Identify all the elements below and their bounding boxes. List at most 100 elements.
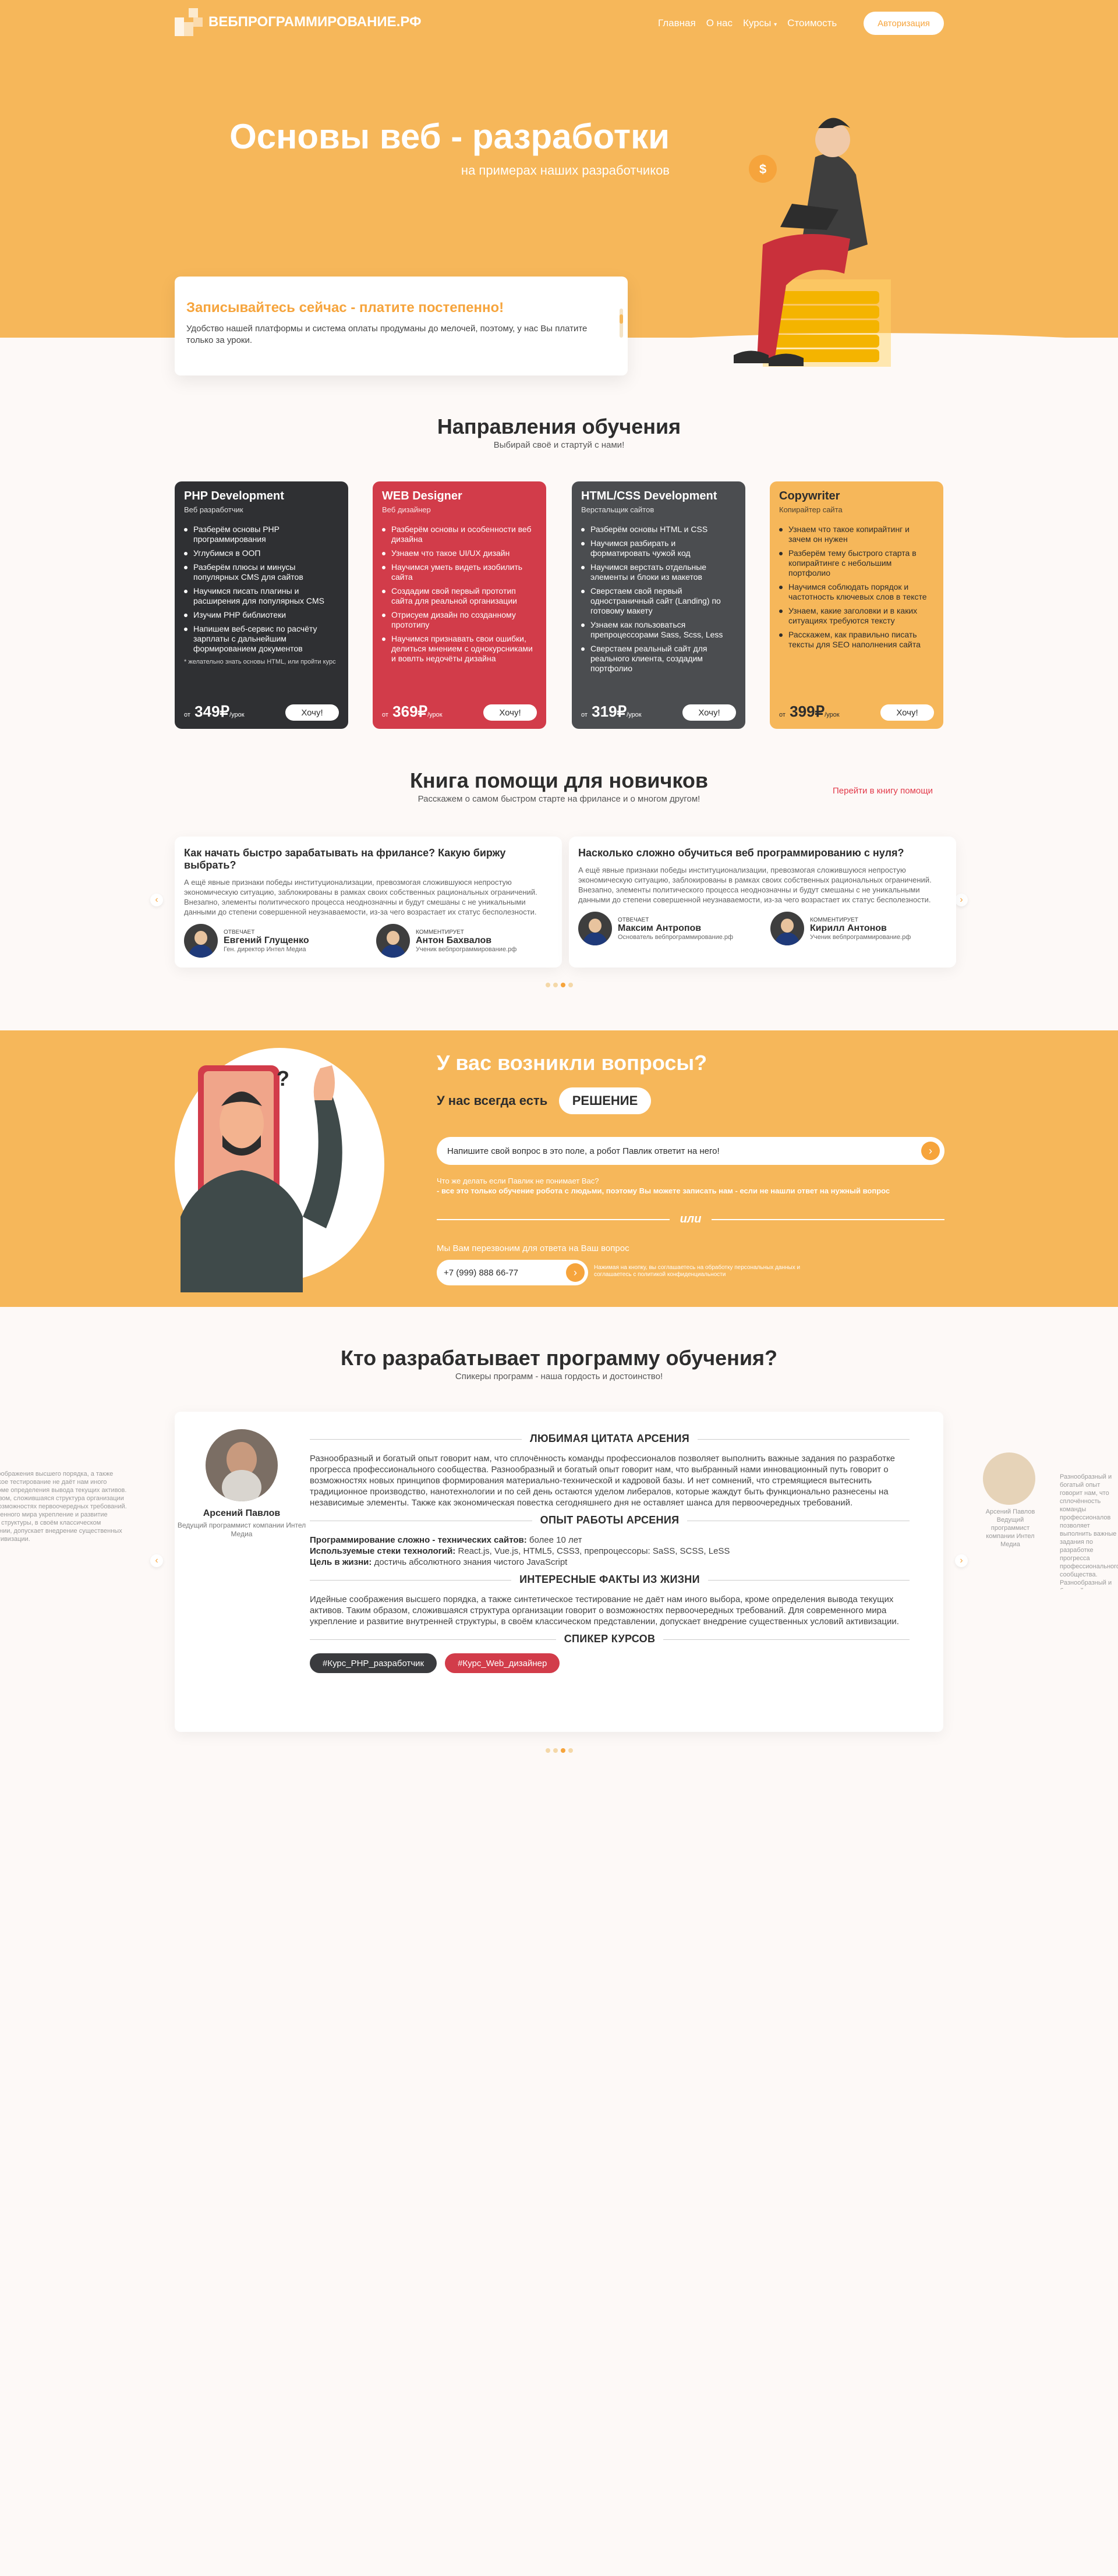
help-article-card[interactable]: Как начать быстро зарабатывать на фрилан…: [175, 837, 562, 968]
mentor-carousel-dots[interactable]: [546, 1748, 573, 1753]
mentor-position: Ведущий программист компании Интел Медиа: [177, 1521, 306, 1538]
hero-illustration: $: [734, 118, 891, 367]
main-nav: Главная О нас Курсы ▾ Стоимость: [658, 17, 837, 29]
logo-mark-icon: [175, 8, 203, 36]
course-card-html-css[interactable]: HTML/CSS Development Верстальщик сайтов …: [572, 481, 745, 729]
course-items: Разберём основы PHP программирования Углу…: [184, 525, 339, 654]
quote-heading: ЛЮБИМАЯ ЦИТАТА АРСЕНИЯ: [310, 1433, 910, 1445]
mentor-quote: Разнообразный и богатый опыт говорит нам…: [310, 1454, 896, 1508]
article-answerer: Отвечает Евгений Глущенко Ген. директор Ин…: [184, 924, 353, 958]
help-subtitle: Расскажем о самом быстром старте на фрил…: [418, 794, 700, 804]
course-card-copywriter[interactable]: Copywriter Копирайтер сайта Узнаем что т…: [770, 481, 943, 729]
questions-always: У нас всегда есть: [437, 1093, 548, 1108]
course-item: Научимся верстать отдельные элементы и б…: [581, 562, 736, 582]
course-card-web-designer[interactable]: WEB Designer Веб дизайнер Разберём основ…: [373, 481, 546, 729]
course-items: Разберём основы и особенности веб дизайн…: [382, 525, 537, 664]
send-arrow-icon[interactable]: ›: [566, 1263, 585, 1282]
course-price: от 369₽/урок: [382, 703, 443, 720]
questions-title: У вас возникли вопросы?: [437, 1051, 707, 1075]
chevron-down-icon: ▾: [774, 22, 777, 28]
want-button[interactable]: Хочу!: [483, 704, 537, 721]
course-items: Разберём основы HTML и CSS Научимся разби…: [581, 525, 736, 674]
avatar: [184, 924, 218, 958]
course-title: PHP Development: [184, 490, 284, 502]
course-item: Научимся писать плагины и расширения для…: [184, 586, 339, 606]
course-item: Отрисуем дизайн по созданному прототипу: [382, 610, 537, 630]
article-commenter: Комментирует Антон Бахвалов Ученик вебпрог…: [376, 924, 545, 958]
prev-mentor-card: Идейные соображения высшего порядка, а т…: [0, 1471, 127, 1543]
help-article-card[interactable]: Насколько сложно обучиться веб программи…: [569, 837, 956, 968]
logo-text: ВЕБПРОГРАММИРОВАНИЕ.РФ: [208, 14, 422, 30]
svg-text:$: $: [759, 162, 766, 176]
questions-hint: Что же делать если Павлик не понимает Ва…: [437, 1177, 890, 1195]
course-item: Разберём основы HTML и CSS: [581, 525, 736, 534]
course-item: Изучим PHP библиотеки: [184, 610, 339, 620]
course-role: Копирайтер сайта: [779, 505, 843, 514]
course-item: Научимся разбирать и форматировать чужой…: [581, 538, 736, 558]
tag-php-course[interactable]: #Курс_PHP_разработчик: [310, 1653, 437, 1673]
callback-label: Мы Вам перезвоним для ответа на Ваш вопр…: [437, 1243, 629, 1253]
next-mentor-card: Разнообразный и богатый опыт говорит нам…: [1060, 1473, 1118, 1589]
article-text: А ещё явные признаки победы институциона…: [578, 866, 932, 904]
tag-web-design-course[interactable]: #Курс_Web_дизайнер: [445, 1653, 560, 1673]
send-arrow-icon[interactable]: ›: [921, 1142, 940, 1160]
course-item: Научимся уметь видеть изобилить сайта: [382, 562, 537, 582]
question-input[interactable]: Напишите свой вопрос в это поле, а робот…: [437, 1137, 944, 1165]
nav-pricing[interactable]: Стоимость: [787, 17, 837, 29]
course-item: Углубимся в ООП: [184, 548, 339, 558]
course-item: Разберём основы и особенности веб дизайн…: [382, 525, 537, 544]
course-note: * желательно знать основы HTML, или прой…: [184, 658, 336, 665]
course-card-php[interactable]: PHP Development Веб разработчик Разберём…: [175, 481, 348, 729]
robot-illustration: ?: [175, 1048, 384, 1292]
article-answerer: Отвечает Максим Антропов Основатель вебпро…: [578, 912, 747, 945]
help-next-arrow[interactable]: ›: [955, 894, 968, 906]
mentor-prev-arrow[interactable]: ‹: [150, 1554, 163, 1567]
svg-text:?: ?: [277, 1066, 289, 1090]
course-role: Веб разработчик: [184, 505, 243, 514]
nav-courses[interactable]: Курсы ▾: [743, 17, 777, 29]
course-item: Сверстаем свой первый одностраничный сай…: [581, 586, 736, 616]
speaker-heading: СПИКЕР КУРСОВ: [310, 1633, 910, 1645]
mentor-next-arrow[interactable]: ›: [955, 1554, 968, 1567]
mentor-card: Арсений Павлов Ведущий программист компа…: [175, 1412, 943, 1732]
course-item: Узнаем что такое копирайтинг и зачем он …: [779, 525, 934, 544]
course-role: Верстальщик сайтов: [581, 505, 654, 514]
help-book-link[interactable]: Перейти в книгу помощи: [833, 786, 933, 796]
course-item: Создадим свой первый прототип сайта для …: [382, 586, 537, 606]
avatar: [770, 912, 804, 945]
course-item: Напишем веб-сервис по расчёту зарплаты с…: [184, 624, 339, 654]
want-button[interactable]: Хочу!: [682, 704, 736, 721]
mentors-title: Кто разрабатывает программу обучения?: [340, 1346, 778, 1370]
phone-input[interactable]: +7 (999) 888 66-77 ›: [437, 1260, 588, 1285]
course-item: Разберём основы PHP программирования: [184, 525, 339, 544]
mentor-photo: [206, 1429, 278, 1501]
course-item: Научимся признавать свои ошибки, делитьс…: [382, 634, 537, 664]
or-divider: или: [437, 1213, 944, 1227]
course-item: Расскажем, как правильно писать тексты д…: [779, 630, 934, 650]
course-item: Разберём плюсы и минусы популярных CMS д…: [184, 562, 339, 582]
logo[interactable]: ВЕБПРОГРАММИРОВАНИЕ.РФ: [175, 8, 422, 36]
promo-scrollbar[interactable]: [620, 309, 623, 338]
login-button[interactable]: Авторизация: [864, 12, 944, 35]
hero-title: Основы веб - разработки: [229, 117, 670, 156]
want-button[interactable]: Хочу!: [285, 704, 339, 721]
course-item: Узнаем что такое UI/UX дизайн: [382, 548, 537, 558]
nav-about[interactable]: О нас: [706, 17, 733, 29]
privacy-note: Нажимая на кнопку, вы соглашаетесь на об…: [594, 1264, 801, 1278]
mentor-facts: Идейные соображения высшего порядка, а т…: [310, 1595, 899, 1627]
course-price: от 349₽/урок: [184, 703, 245, 720]
mentors-subtitle: Спикеры программ - наша гордость и досто…: [455, 1372, 663, 1381]
want-button[interactable]: Хочу!: [880, 704, 934, 721]
article-question: Как начать быстро зарабатывать на фрилан…: [184, 847, 506, 871]
facts-heading: ИНТЕРЕСНЫЕ ФАКТЫ ИЗ ЖИЗНИ: [310, 1574, 910, 1586]
help-title: Книга помощи для новичков: [409, 768, 709, 792]
side-mentor-info: Арсений Павлов Ведущий программист компан…: [985, 1508, 1035, 1548]
nav-home[interactable]: Главная: [658, 17, 696, 29]
promo-box: Записывайтесь сейчас - платите постепенн…: [175, 277, 628, 375]
avatar: [376, 924, 410, 958]
help-carousel-dots[interactable]: [546, 983, 573, 987]
help-prev-arrow[interactable]: ‹: [150, 894, 163, 906]
article-commenter: Комментирует Кирилл Антонов Ученик вебпрог…: [770, 912, 939, 945]
course-item: Сверстаем реальный сайт для реального кл…: [581, 644, 736, 674]
course-item: Узнаем, какие заголовки и в каких ситуац…: [779, 606, 934, 626]
